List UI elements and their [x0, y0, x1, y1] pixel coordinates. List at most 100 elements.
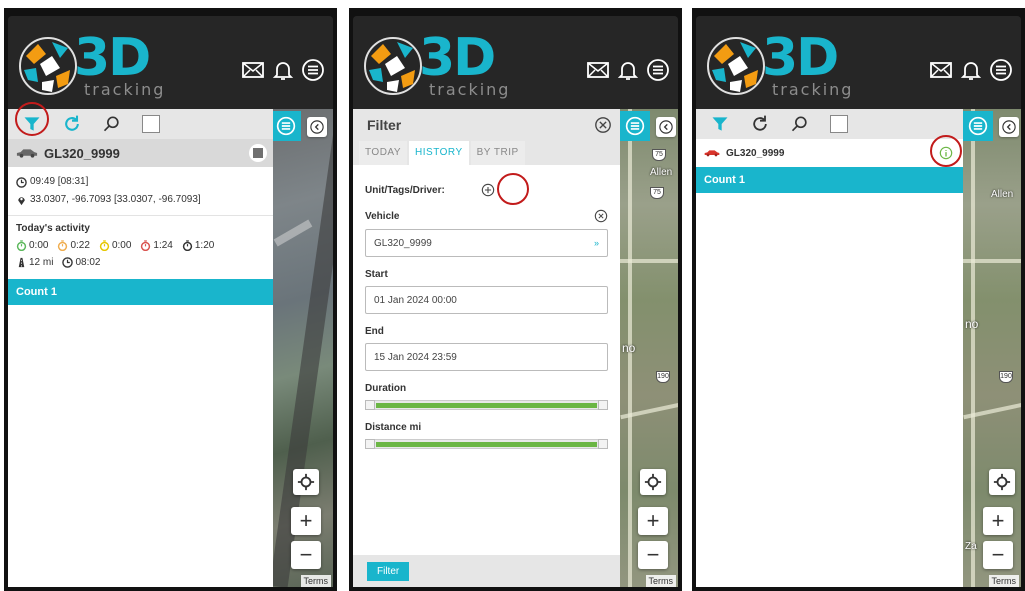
zoom-out-button[interactable]: −	[291, 541, 321, 569]
locate-icon	[644, 473, 662, 491]
map-terms-link[interactable]: Terms	[645, 575, 676, 587]
zoom-out-button[interactable]: −	[983, 541, 1013, 569]
activity-title: Today's activity	[16, 223, 90, 234]
logo[interactable]: 3D tracking	[704, 28, 854, 100]
bell-icon[interactable]	[616, 58, 640, 82]
chevron-left-icon	[1002, 120, 1016, 134]
activity-row: 0:00 0:22 0:00 1:24 1:20	[16, 237, 265, 254]
menu-icon[interactable]	[301, 58, 325, 82]
map-road	[963, 259, 1021, 263]
map-view[interactable]: 75 Allen 75 no 190 + − Terms	[620, 109, 678, 587]
activity-value: 0:00	[111, 240, 132, 251]
unit-info: 09:49 [08:31] 33.0307, -96.7093 [33.0307…	[8, 167, 273, 216]
close-icon[interactable]	[594, 116, 612, 134]
layers-menu-button[interactable]	[273, 111, 301, 141]
road-icon	[18, 257, 25, 268]
slider-min-handle[interactable]	[365, 400, 375, 410]
duration-slider[interactable]	[365, 400, 608, 410]
locate-button[interactable]	[989, 469, 1015, 495]
slider-max-handle[interactable]	[598, 400, 608, 410]
activity-section: Today's activity 0:00 0:22 0:00 1:24 1:20 12…	[8, 216, 273, 275]
bell-icon[interactable]	[959, 58, 983, 82]
unit-tags-row: Unit/Tags/Driver:	[365, 183, 608, 197]
bell-icon[interactable]	[271, 58, 295, 82]
logo-text: 3D	[419, 28, 496, 88]
stopwatch-icon	[16, 240, 27, 251]
collapse-panel-button[interactable]	[999, 117, 1019, 137]
stopwatch-icon	[141, 240, 151, 251]
filter-title: Filter	[367, 117, 402, 133]
search-icon[interactable]	[102, 114, 122, 134]
mail-icon[interactable]	[929, 58, 953, 82]
refresh-icon[interactable]	[62, 114, 82, 134]
stop-badge[interactable]	[249, 144, 267, 162]
distance-label: Distance mi	[365, 422, 422, 433]
menu-icon[interactable]	[646, 58, 670, 82]
slider-fill	[376, 442, 597, 447]
highlight-ring	[15, 102, 49, 136]
car-icon	[16, 149, 38, 158]
filter-panel: Filter TODAY HISTORY BY TRIP Unit/Tags/D…	[353, 109, 620, 587]
pin-icon	[18, 196, 25, 205]
start-date-field[interactable]: 01 Jan 2024 00:00	[365, 286, 608, 314]
tab-today[interactable]: TODAY	[359, 141, 408, 165]
zoom-in-button[interactable]: +	[638, 507, 668, 535]
menu-icon[interactable]	[989, 58, 1013, 82]
slider-fill	[376, 403, 597, 408]
vehicle-label-row: Vehicle	[365, 209, 608, 223]
unit-row[interactable]: GL320_9999	[8, 139, 273, 167]
locate-button[interactable]	[293, 469, 319, 495]
map-terms-link[interactable]: Terms	[988, 575, 1019, 587]
collapse-panel-button[interactable]	[656, 117, 676, 137]
start-label: Start	[365, 269, 388, 280]
unit-tags-label: Unit/Tags/Driver:	[365, 184, 445, 196]
mail-icon[interactable]	[241, 58, 265, 82]
end-date-field[interactable]: 15 Jan 2024 23:59	[365, 343, 608, 371]
header-icons	[586, 58, 670, 82]
map-view[interactable]: Allen no 190 Za + − Terms	[963, 109, 1021, 587]
layers-menu-button[interactable]	[963, 111, 993, 141]
tab-history[interactable]: HISTORY	[409, 141, 469, 165]
close-icon[interactable]	[594, 209, 608, 223]
collapse-panel-button[interactable]	[307, 117, 327, 137]
map-label: Za	[965, 541, 977, 552]
tab-by-trip[interactable]: BY TRIP	[470, 141, 525, 165]
end-label: End	[365, 326, 384, 337]
app-screen: 3D tracking Allen no 190 Za + − Terms GL…	[696, 16, 1021, 587]
map-terms-link[interactable]: Terms	[300, 575, 331, 587]
distance-slider[interactable]	[365, 439, 608, 449]
layers-menu-button[interactable]	[620, 111, 650, 141]
logo-subtext: tracking	[772, 80, 854, 99]
apply-filter-button[interactable]: Filter	[367, 561, 410, 581]
unit-row[interactable]: GL320_9999	[696, 135, 963, 167]
refresh-icon[interactable]	[750, 114, 770, 134]
select-all-checkbox[interactable]	[830, 115, 848, 133]
vehicle-field[interactable]: GL320_9999 »	[365, 229, 608, 257]
mail-icon[interactable]	[586, 58, 610, 82]
filter-icon[interactable]	[710, 114, 730, 134]
slider-max-handle[interactable]	[598, 439, 608, 449]
logo[interactable]: 3D tracking	[16, 28, 166, 100]
highway-shield: 190	[656, 371, 670, 383]
search-icon[interactable]	[790, 114, 810, 134]
unit-coords: 33.0307, -96.7093 [33.0307, -96.7093]	[30, 194, 201, 205]
panel-toolbar	[696, 109, 963, 139]
app-screen: 3D tracking + − Terms GL320_9999 09:49 […	[8, 16, 333, 587]
slider-min-handle[interactable]	[365, 439, 375, 449]
map-view[interactable]: + − Terms	[273, 109, 333, 587]
activity-summary: 12 mi 08:02	[16, 254, 265, 271]
unit-time: 09:49 [08:31]	[30, 176, 89, 187]
locate-button[interactable]	[640, 469, 666, 495]
zoom-in-button[interactable]: +	[983, 507, 1013, 535]
select-all-checkbox[interactable]	[142, 115, 160, 133]
highlight-ring	[930, 135, 962, 167]
logo-subtext: tracking	[429, 80, 511, 99]
plus-circle-icon[interactable]	[481, 183, 495, 197]
zoom-in-button[interactable]: +	[291, 507, 321, 535]
zoom-out-button[interactable]: −	[638, 541, 668, 569]
logo[interactable]: 3D tracking	[361, 28, 511, 100]
stopwatch-icon	[99, 240, 110, 251]
activity-value: 0:22	[70, 240, 90, 251]
locate-icon	[297, 473, 315, 491]
activity-timer: 0:22	[57, 237, 90, 254]
